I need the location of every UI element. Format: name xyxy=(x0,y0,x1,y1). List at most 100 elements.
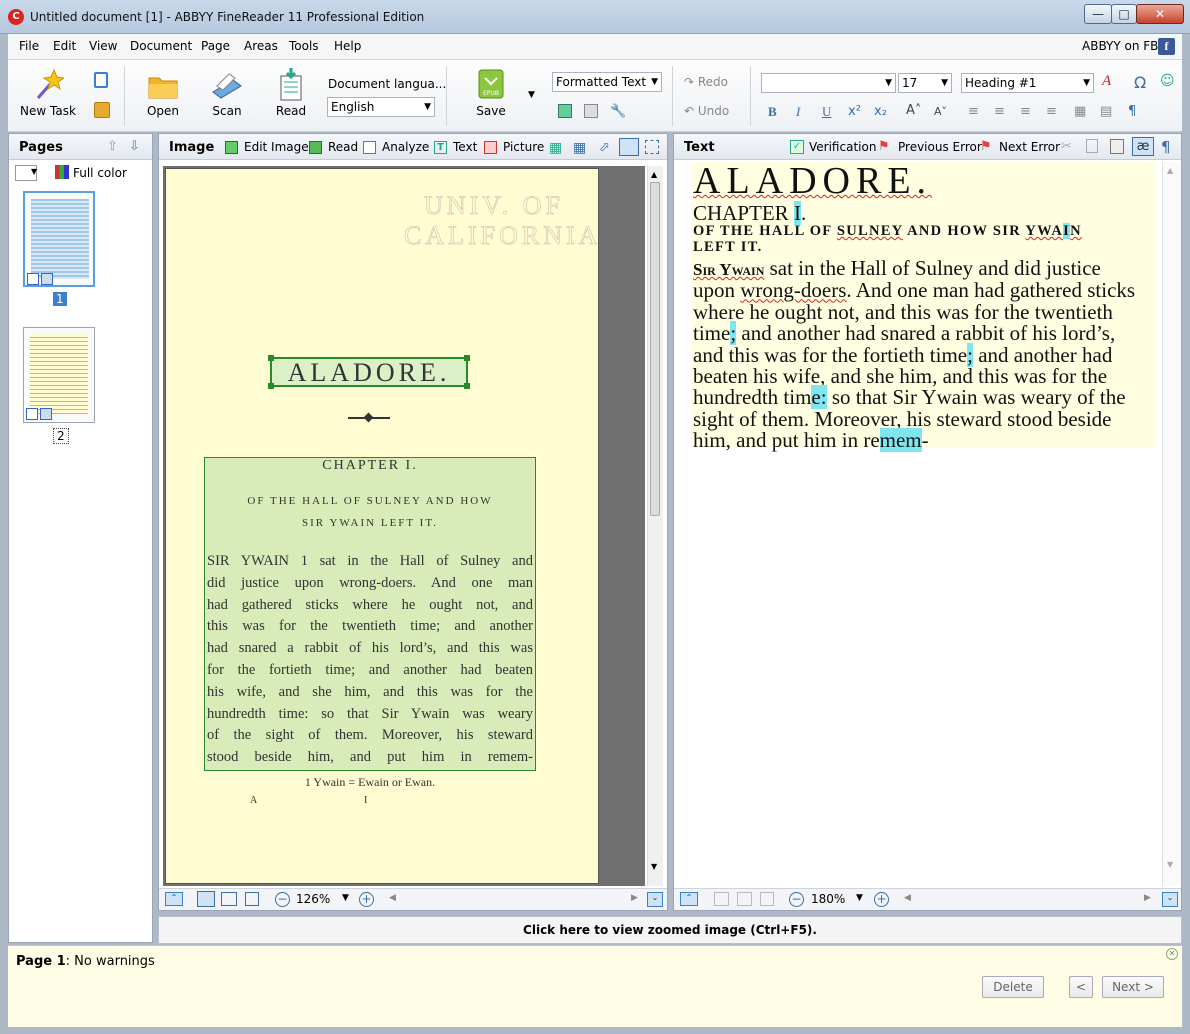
pointer-icon[interactable]: ⬀ xyxy=(599,140,610,155)
superscript-icon[interactable]: x² xyxy=(848,104,861,119)
analyze-button[interactable]: Analyze xyxy=(382,140,429,154)
picture-area-button[interactable]: Picture xyxy=(503,140,544,154)
zoom-in-icon[interactable]: + xyxy=(359,892,374,907)
text-body[interactable]: Sir Ywain sat in the Hall of Sulney and … xyxy=(693,257,1158,453)
scroll-up-icon[interactable]: ▲ xyxy=(1167,166,1173,175)
verification-button[interactable]: Verification xyxy=(809,140,876,154)
new-task-button[interactable]: New Task xyxy=(18,68,78,118)
grow-font-icon[interactable]: A˄ xyxy=(906,103,921,118)
title-text-area[interactable]: ALADORE. xyxy=(268,355,470,389)
image-zoom-value[interactable]: 126% xyxy=(296,892,330,906)
fit-height-icon[interactable] xyxy=(760,892,774,906)
people-icon[interactable]: ☺ xyxy=(1160,73,1175,89)
scroll-right-icon[interactable]: ▶ xyxy=(631,893,638,903)
chevron-down-icon[interactable]: ▼ xyxy=(31,167,37,176)
omega-icon[interactable]: Ω xyxy=(1134,73,1146,92)
scroll-up-icon[interactable]: ▲ xyxy=(651,170,657,179)
format-mode-select[interactable]: Formatted Text ▼ xyxy=(552,72,662,92)
table-icon[interactable]: ▦ xyxy=(1074,104,1086,119)
save-options-chevron-icon[interactable]: ▼ xyxy=(528,90,535,100)
scroll-right-icon[interactable]: ▶ xyxy=(1144,893,1151,903)
menu-edit[interactable]: Edit xyxy=(53,39,76,53)
ligature-icon[interactable]: æ xyxy=(1132,137,1154,156)
menu-file[interactable]: File xyxy=(19,39,39,53)
scroll-left-icon[interactable]: ◀ xyxy=(389,893,396,903)
color-mode-label[interactable]: Full color xyxy=(73,166,127,180)
paste-icon[interactable] xyxy=(1110,139,1124,154)
close-window-button[interactable]: ✕ xyxy=(1136,4,1184,24)
page-down-icon[interactable]: ⌄ xyxy=(1162,892,1178,907)
maximize-button[interactable]: □ xyxy=(1111,4,1137,24)
scan-button[interactable]: Scan xyxy=(202,68,252,118)
subscript-icon[interactable]: x₂ xyxy=(874,104,887,119)
previous-error-button[interactable]: Previous Error xyxy=(898,140,982,154)
align-right-icon[interactable]: ≡ xyxy=(1020,104,1031,119)
align-left-icon[interactable]: ≡ xyxy=(968,104,979,119)
font-size-select[interactable]: 17 ▼ xyxy=(898,73,952,93)
align-center-icon[interactable]: ≡ xyxy=(994,104,1005,119)
table-area-icon[interactable]: ▦ xyxy=(549,140,562,156)
grid-icon[interactable]: ▦ xyxy=(573,140,586,156)
underline-button[interactable]: U xyxy=(822,104,831,120)
page-number-2[interactable]: 2 xyxy=(53,428,69,444)
fit-page-icon[interactable] xyxy=(714,892,729,906)
text-area-button[interactable]: Text xyxy=(453,140,477,154)
italic-button[interactable]: I xyxy=(796,104,800,120)
next-warning-button[interactable]: Next > xyxy=(1102,976,1164,998)
undo-button[interactable]: ↶ Undo xyxy=(684,104,729,118)
marquee-icon[interactable] xyxy=(645,140,659,154)
read-button[interactable]: Read xyxy=(266,68,316,118)
zoomed-image-bar[interactable]: Click here to view zoomed image (Ctrl+F5… xyxy=(158,916,1182,944)
facebook-icon[interactable]: f xyxy=(1158,38,1175,55)
list-icon[interactable]: ▤ xyxy=(1100,104,1112,119)
paragraph-format-icon[interactable]: ¶ xyxy=(1128,104,1136,119)
close-icon[interactable]: ✕ xyxy=(1166,948,1178,960)
menu-page[interactable]: Page xyxy=(201,39,230,53)
font-style-icon[interactable]: A xyxy=(1102,73,1111,90)
menu-help[interactable]: Help xyxy=(334,39,361,53)
paragraph-style-select[interactable]: Heading #1 ▼ xyxy=(961,73,1094,93)
picture-view-icon[interactable] xyxy=(558,104,572,118)
save-button[interactable]: EPUB Save xyxy=(466,68,516,118)
next-error-button[interactable]: Next Error xyxy=(999,140,1060,154)
image-viewport[interactable]: UNIV. OF CALIFORNIA ALADORE. CHAPTER I. … xyxy=(163,166,645,886)
chevron-down-icon[interactable]: ▼ xyxy=(856,893,863,903)
shrink-font-icon[interactable]: A˅ xyxy=(934,105,947,118)
recognized-text-area[interactable]: ALADORE. CHAPTER I. OF THE HALL OF SULNE… xyxy=(691,162,1156,453)
previous-warning-button[interactable]: < xyxy=(1069,976,1093,998)
image-vertical-scrollbar[interactable]: ▲ ▼ xyxy=(647,166,663,886)
new-document-icon[interactable] xyxy=(94,72,108,88)
body-text-area[interactable]: CHAPTER I. OF THE HALL OF SULNEY AND HOW… xyxy=(204,457,536,771)
chevron-down-icon[interactable]: ▼ xyxy=(342,893,349,903)
move-down-icon[interactable]: ⇩ xyxy=(129,139,140,154)
text-vertical-scrollbar[interactable]: ▲ ▼ xyxy=(1162,162,1180,886)
page-thumbnail-2[interactable] xyxy=(23,327,95,423)
zoom-in-icon[interactable]: + xyxy=(874,892,889,907)
copy-icon[interactable] xyxy=(1086,139,1098,153)
text-heading[interactable]: ALADORE. xyxy=(693,162,932,200)
font-family-select[interactable]: ▼ xyxy=(761,73,896,93)
page-number-1[interactable]: 1 xyxy=(53,292,67,306)
scroll-left-icon[interactable]: ◀ xyxy=(904,893,911,903)
cut-icon[interactable]: ✂ xyxy=(1061,139,1072,154)
select-area-icon[interactable] xyxy=(619,138,639,156)
fit-height-icon[interactable] xyxy=(245,892,259,906)
document-language-select[interactable]: English ▼ xyxy=(327,97,435,117)
zoom-out-icon[interactable]: − xyxy=(275,892,290,907)
justify-icon[interactable]: ≡ xyxy=(1046,104,1057,119)
show-formatting-icon[interactable]: ¶ xyxy=(1161,138,1171,156)
fit-width-icon[interactable] xyxy=(737,892,752,906)
open-button[interactable]: Open xyxy=(138,68,188,118)
page-thumbnail-1[interactable] xyxy=(23,191,95,287)
scroll-down-icon[interactable]: ▼ xyxy=(651,862,657,871)
fit-page-icon[interactable] xyxy=(197,891,215,907)
minimize-button[interactable]: — xyxy=(1084,4,1112,24)
fit-width-icon[interactable] xyxy=(221,892,237,906)
menu-areas[interactable]: Areas xyxy=(244,39,278,53)
scroll-thumb[interactable] xyxy=(650,182,660,516)
zoom-out-icon[interactable]: − xyxy=(789,892,804,907)
scroll-down-icon[interactable]: ▼ xyxy=(1167,860,1173,869)
edit-image-button[interactable]: Edit Image xyxy=(244,140,309,154)
delete-button[interactable]: Delete xyxy=(982,976,1044,998)
redo-button[interactable]: ↷ Redo xyxy=(684,75,728,89)
